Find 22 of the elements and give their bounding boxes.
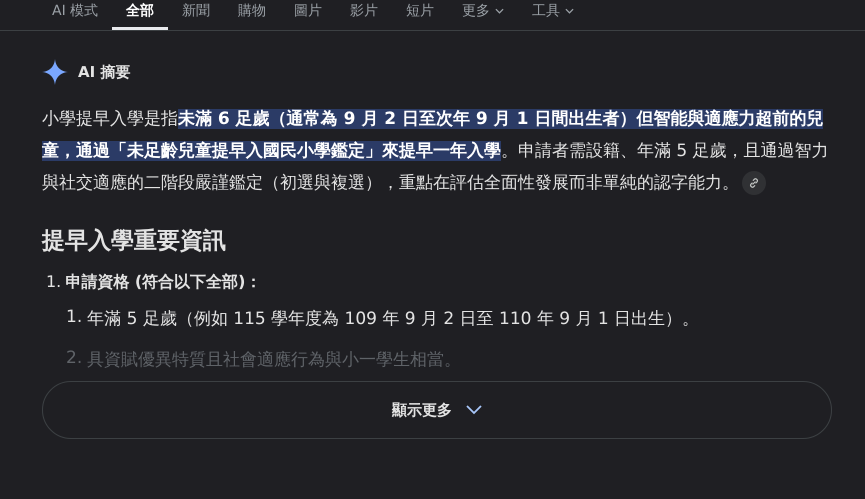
search-tab[interactable]: 影片 bbox=[336, 2, 392, 30]
search-tab[interactable]: 全部 bbox=[112, 2, 168, 30]
list-number: 2. bbox=[66, 348, 82, 370]
list-heading: 申請資格 (符合以下全部)： bbox=[65, 272, 262, 293]
link-icon bbox=[748, 177, 760, 189]
show-more-button[interactable]: 顯示更多 bbox=[42, 381, 832, 439]
search-tab[interactable]: 更多 bbox=[448, 2, 518, 30]
search-tab[interactable]: 圖片 bbox=[280, 2, 336, 30]
search-tab[interactable]: AI 模式 bbox=[38, 2, 112, 30]
list-number: 1. bbox=[66, 307, 82, 329]
sparkle-icon bbox=[42, 59, 68, 85]
chevron-down-icon bbox=[466, 405, 482, 415]
link-button[interactable] bbox=[742, 171, 766, 195]
section-heading: 提早入學重要資訊 bbox=[42, 227, 227, 256]
overview-title: AI 摘要 bbox=[78, 62, 130, 82]
search-tab[interactable]: 工具 bbox=[518, 2, 588, 30]
search-tab[interactable]: 購物 bbox=[224, 2, 280, 30]
list-item-text: 年滿 5 足歲（例如 115 學年度為 109 年 9 月 2 日至 110 年 9 月 1 日出生）。 bbox=[87, 308, 700, 330]
list-item-text: 具資賦優異特質且社會適應行為與小一學生相當。 bbox=[87, 349, 462, 371]
search-tab[interactable]: 新聞 bbox=[168, 2, 224, 30]
search-tab[interactable]: 短片 bbox=[392, 2, 448, 30]
list-number: 1. bbox=[46, 272, 62, 293]
